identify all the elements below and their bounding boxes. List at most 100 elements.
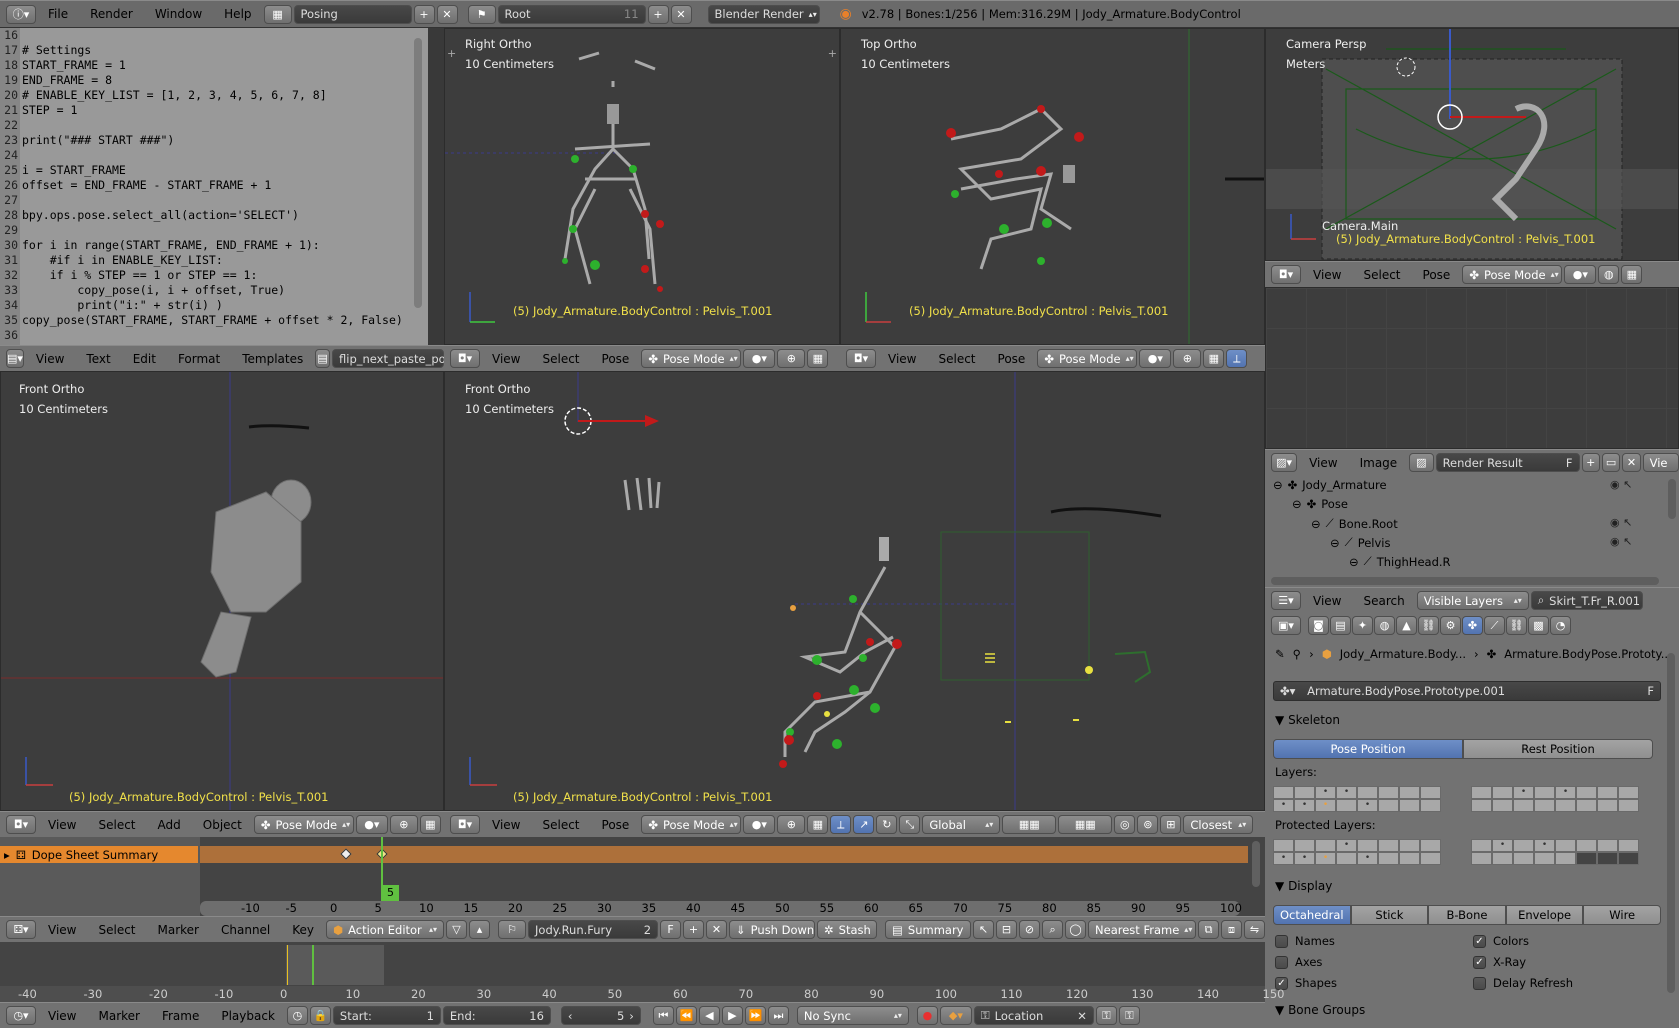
keying-set-field[interactable]: ⚿ Location ✕ bbox=[973, 1006, 1094, 1025]
menu-search[interactable]: Search bbox=[1353, 588, 1414, 613]
editor-type-icon[interactable]: ⚃▾ bbox=[6, 920, 36, 939]
shading-icon[interactable]: ●▾ bbox=[1139, 349, 1172, 368]
jump-keyframe-back-icon[interactable]: ⏪ bbox=[675, 1006, 697, 1025]
manipulator-icon[interactable]: ⟂ bbox=[1226, 349, 1248, 368]
layers-grid-b[interactable]: • • bbox=[1471, 786, 1639, 812]
info-editor-type-icon[interactable]: ⓘ▾ bbox=[6, 4, 36, 24]
menu-view[interactable]: View bbox=[1299, 450, 1347, 475]
summary-toggle[interactable]: ▤ Summary bbox=[885, 920, 972, 939]
jump-keyframe-forward-icon[interactable]: ⏩ bbox=[744, 1006, 766, 1025]
bone-tab-icon[interactable]: ⟋ bbox=[1484, 616, 1505, 635]
preview-range-icon[interactable]: ◷ bbox=[286, 1006, 308, 1025]
close-icon[interactable]: ✕ bbox=[1622, 453, 1641, 472]
layers-icon[interactable]: ▦ bbox=[419, 815, 441, 834]
jump-start-icon[interactable]: ⏮ bbox=[652, 1006, 674, 1025]
menu-view[interactable]: View bbox=[26, 346, 74, 371]
mode-dropdown[interactable]: ✤ Pose Mode ▴▾ bbox=[1462, 265, 1563, 284]
action-browse-icon[interactable]: ⚐ bbox=[498, 920, 527, 939]
translate-icon[interactable]: ↗ bbox=[853, 815, 875, 834]
start-frame-field[interactable]: Start: 1 bbox=[332, 1006, 441, 1025]
search-icon[interactable]: ⌕ bbox=[1042, 920, 1064, 939]
menu-pose[interactable]: Pose bbox=[1413, 262, 1461, 287]
proportional-icon[interactable]: ◎ bbox=[1114, 815, 1136, 834]
error-icon[interactable]: ⊘ bbox=[1019, 920, 1041, 939]
visibility-eye-icon[interactable]: ◉ ↖ bbox=[1610, 535, 1632, 548]
editor-type-icon[interactable]: ▤▾ bbox=[6, 349, 24, 368]
constraints-tab-icon[interactable]: ⛓ bbox=[1418, 616, 1439, 635]
menu-select[interactable]: Select bbox=[928, 346, 985, 371]
menu-view[interactable]: View bbox=[482, 812, 530, 837]
expand-icon[interactable]: ⊖ bbox=[1292, 497, 1302, 511]
editor-type-icon[interactable]: ☰▾ bbox=[1271, 591, 1301, 610]
current-frame-field[interactable]: ‹ 5 › bbox=[560, 1006, 641, 1025]
delay-refresh-checkbox[interactable]: Delay Refresh bbox=[1473, 976, 1573, 990]
shading-icon[interactable]: ●▾ bbox=[355, 815, 388, 834]
scene-field[interactable]: Root 11 bbox=[497, 4, 646, 24]
screen-layout-icon[interactable]: ▦ bbox=[263, 4, 292, 24]
menu-select[interactable]: Select bbox=[88, 812, 145, 837]
menu-view[interactable]: View bbox=[1303, 262, 1351, 287]
menu-key[interactable]: Key bbox=[282, 917, 324, 942]
corner-plus-icon[interactable]: + bbox=[447, 47, 456, 60]
outliner[interactable]: ⊖ ✤ Jody_Armature ◉ ↖ ⊖ ✤ Pose ⊖ ⟋ Bone.Root ◉ ↖ ⊖ ⟋… bbox=[1265, 475, 1679, 587]
mode-dropdown[interactable]: ✤ Pose Mode ▴▾ bbox=[1037, 349, 1138, 368]
auto-snap-icon[interactable]: ◯ bbox=[1065, 920, 1087, 939]
remove-scene-icon[interactable]: ✕ bbox=[670, 4, 692, 24]
menu-object[interactable]: Object bbox=[193, 812, 252, 837]
push-down-button[interactable]: ⇓ Push Down bbox=[729, 920, 816, 939]
summary-channel[interactable]: ▸ ⚃ Dope Sheet Summary bbox=[0, 846, 198, 863]
outliner-search-field[interactable]: ⌕ Skirt_T.Fr_R.001 bbox=[1530, 591, 1643, 610]
end-frame-field[interactable]: End: 16 bbox=[442, 1006, 551, 1025]
image-browse-icon[interactable]: ▨ bbox=[1409, 453, 1434, 472]
menu-image[interactable]: Image bbox=[1350, 450, 1408, 475]
remove-screen-icon[interactable]: ✕ bbox=[436, 4, 458, 24]
ghost-icon[interactable]: ⊟ bbox=[996, 920, 1018, 939]
dopesheet-vscroll[interactable] bbox=[1252, 841, 1260, 887]
bone-layers-icon[interactable]: ▦▦ bbox=[1058, 815, 1113, 834]
keying-set-icon[interactable]: ◆▾ bbox=[939, 1006, 972, 1025]
world-tab-icon[interactable]: ◍ bbox=[1374, 616, 1395, 635]
image-field[interactable]: Render Result F bbox=[1435, 453, 1580, 472]
display-panel-header[interactable]: ▼ Display bbox=[1275, 879, 1332, 893]
filter-icon[interactable]: ▽ bbox=[446, 920, 468, 939]
rotate-icon[interactable]: ↻ bbox=[876, 815, 898, 834]
pivot-icon[interactable]: ⊕ bbox=[1173, 349, 1202, 368]
overlay-icon[interactable]: ◍ bbox=[1598, 265, 1620, 284]
menu-marker[interactable]: Marker bbox=[148, 917, 209, 942]
corner-plus-icon[interactable]: + bbox=[828, 47, 837, 60]
modifiers-tab-icon[interactable]: ⚙ bbox=[1440, 616, 1461, 635]
menu-view[interactable]: View bbox=[38, 917, 86, 942]
outliner-item[interactable]: ⊖ ✤ Pose bbox=[1292, 497, 1348, 511]
select-only-icon[interactable]: ↖ bbox=[973, 920, 995, 939]
dopesheet-mode-dropdown[interactable]: ⬢ Action Editor ▴▾ bbox=[326, 920, 445, 939]
editor-type-icon[interactable]: ◘▾ bbox=[6, 815, 36, 834]
sync-dropdown[interactable]: No Sync ▴▾ bbox=[796, 1006, 909, 1025]
menu-playback[interactable]: Playback bbox=[211, 1003, 285, 1028]
display-mode-envelope[interactable]: Envelope bbox=[1505, 905, 1584, 925]
record-icon[interactable]: ● bbox=[916, 1006, 938, 1025]
expand-icon[interactable]: ⊖ bbox=[1311, 517, 1321, 531]
layers-icon[interactable]: ▦ bbox=[807, 349, 829, 368]
texture-tab-icon[interactable]: ▩ bbox=[1528, 616, 1549, 635]
outliner-scrollbar[interactable] bbox=[1271, 577, 1659, 585]
editor-type-icon[interactable]: ◘▾ bbox=[1271, 265, 1301, 284]
snap-element-icon[interactable]: ⊞ bbox=[1160, 815, 1182, 834]
shading-icon[interactable]: ●▾ bbox=[743, 815, 776, 834]
bone-constraints-tab-icon[interactable]: ⛓ bbox=[1506, 616, 1527, 635]
fake-user-toggle[interactable]: F bbox=[1647, 682, 1654, 700]
visibility-eye-icon[interactable]: ◉ ↖ bbox=[1610, 478, 1632, 491]
display-mode-dropdown[interactable]: Visible Layers ▴▾ bbox=[1416, 591, 1529, 610]
menu-help[interactable]: Help bbox=[214, 1, 261, 27]
bone-layers-icon[interactable]: ▦▦ bbox=[1002, 815, 1057, 834]
outliner-item[interactable]: ⊖ ✤ Jody_Armature bbox=[1273, 478, 1387, 492]
viewport-top-ortho[interactable]: Top Ortho 10 Centimeters (5) Jody_Armatu… bbox=[840, 28, 1265, 345]
render-layers-tab-icon[interactable]: ▤ bbox=[1330, 616, 1351, 635]
rest-position-button[interactable]: Rest Position bbox=[1463, 739, 1653, 759]
snap-target-dropdown[interactable]: Closest ▴▾ bbox=[1183, 815, 1254, 834]
layers-icon[interactable]: ▦ bbox=[1621, 265, 1643, 284]
timeline-area[interactable]: -40 -30 -20 -10 0 10 20 30 40 50 60 70 80 90 100 110 120… bbox=[0, 942, 1284, 1002]
play-reverse-icon[interactable]: ◀ bbox=[698, 1006, 720, 1025]
menu-frame[interactable]: Frame bbox=[152, 1003, 209, 1028]
menu-channel[interactable]: Channel bbox=[211, 917, 280, 942]
pin-icon[interactable]: ✎ bbox=[1275, 647, 1285, 661]
